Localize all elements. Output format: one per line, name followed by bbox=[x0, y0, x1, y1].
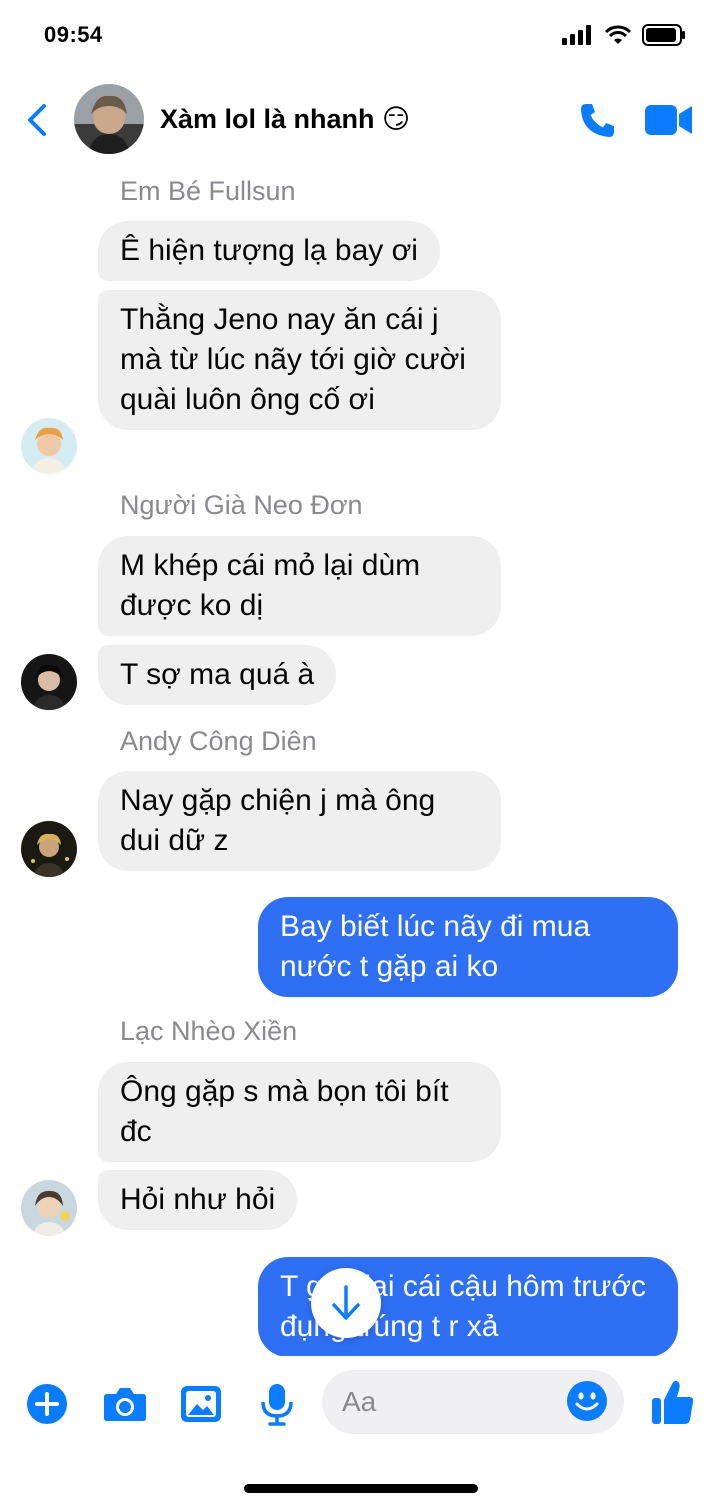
thumbs-up-icon[interactable] bbox=[650, 1378, 696, 1426]
status-time: 09:54 bbox=[44, 22, 103, 47]
home-indicator[interactable] bbox=[244, 1484, 478, 1493]
incoming-message-bubble[interactable]: Ông gặp s mà bọn tôi bít đc bbox=[98, 1062, 501, 1162]
status-bar: 09:54 bbox=[0, 0, 720, 70]
sender-name: Người Già Neo Đơn bbox=[120, 490, 363, 520]
plus-circle-icon[interactable] bbox=[25, 1382, 69, 1426]
sender-name: Em Bé Fullsun bbox=[120, 176, 296, 206]
message-thread[interactable]: Em Bé Fullsun Ê hiện tượng lạ bay ơi Thằ… bbox=[0, 164, 720, 1356]
arrow-down-icon bbox=[332, 1285, 360, 1320]
phone-icon[interactable] bbox=[578, 100, 618, 140]
sender-avatar[interactable] bbox=[21, 1180, 77, 1236]
incoming-message-bubble[interactable]: T sợ ma quá à bbox=[98, 645, 337, 705]
image-icon[interactable] bbox=[179, 1382, 223, 1426]
status-icons bbox=[562, 24, 686, 46]
sender-avatar[interactable] bbox=[21, 821, 77, 877]
incoming-message-bubble[interactable]: M khép cái mỏ lại dùm được ko dị bbox=[98, 536, 501, 636]
camera-icon[interactable] bbox=[102, 1382, 148, 1426]
smiley-icon[interactable] bbox=[566, 1380, 608, 1422]
battery-icon bbox=[642, 24, 685, 46]
incoming-message-bubble[interactable]: Nay gặp chiện j mà ông dui dữ z bbox=[98, 771, 501, 871]
scroll-to-bottom-button[interactable] bbox=[311, 1268, 381, 1338]
message-field bbox=[322, 1370, 624, 1434]
incoming-message-bubble[interactable]: Hỏi như hỏi bbox=[98, 1170, 298, 1230]
conversation-header: Xàm lol là nhanh 😏 bbox=[0, 78, 720, 164]
wifi-icon bbox=[604, 25, 632, 44]
outgoing-message-bubble[interactable]: Bay biết lúc nãy đi mua nước t gặp ai ko bbox=[258, 897, 678, 997]
group-avatar[interactable] bbox=[74, 84, 144, 154]
composer-bar bbox=[0, 1356, 720, 1456]
incoming-message-bubble[interactable]: Ê hiện tượng lạ bay ơi bbox=[98, 221, 440, 281]
incoming-message-bubble[interactable]: Thằng Jeno nay ăn cái j mà từ lúc nãy tớ… bbox=[98, 290, 501, 430]
chevron-left-icon[interactable] bbox=[22, 100, 52, 140]
sender-avatar[interactable] bbox=[21, 418, 77, 474]
sender-name: Andy Công Diên bbox=[120, 726, 317, 756]
signal-icon bbox=[562, 25, 591, 45]
sender-name: Lạc Nhèo Xiền bbox=[120, 1016, 298, 1046]
conversation-title[interactable]: Xàm lol là nhanh 😏 bbox=[160, 104, 410, 135]
video-camera-icon[interactable] bbox=[644, 102, 694, 138]
microphone-icon[interactable] bbox=[257, 1382, 297, 1426]
sender-avatar[interactable] bbox=[21, 654, 77, 710]
message-input[interactable] bbox=[342, 1382, 562, 1422]
